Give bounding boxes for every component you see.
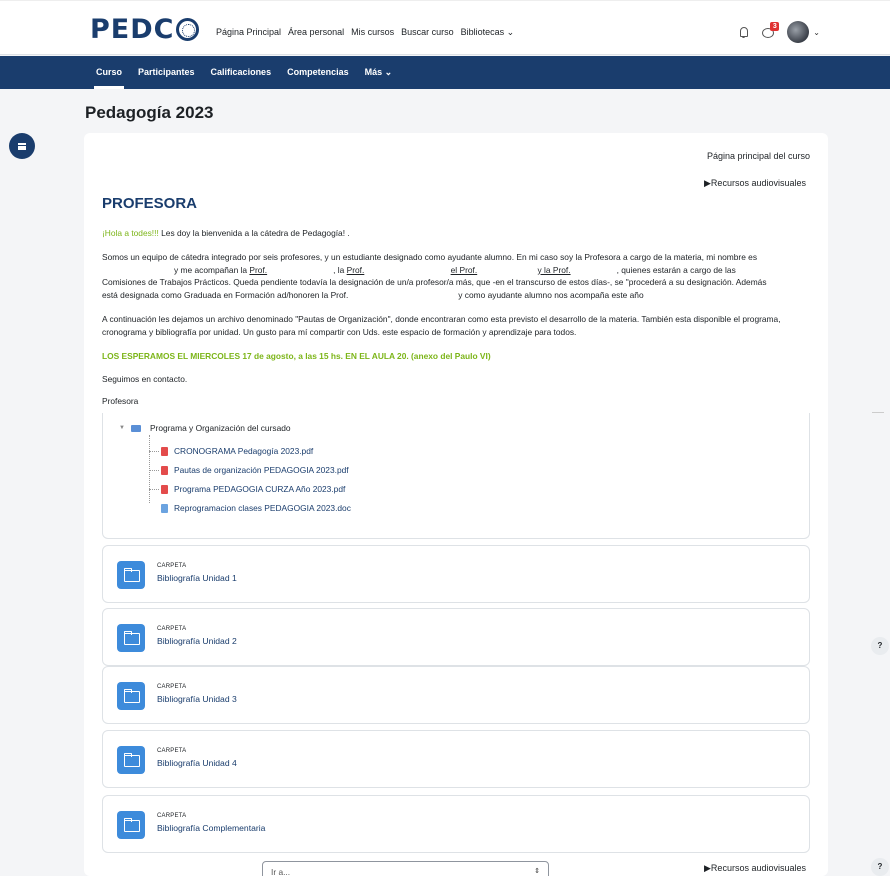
audiovisual-link-top[interactable]: ▶Recursos audiovisuales [704,178,806,189]
tab-calificaciones[interactable]: Calificaciones [211,67,272,78]
team-text: , la [333,264,345,275]
activity-type-label: CARPETA [157,813,187,819]
signature-text: Profesora [102,396,139,406]
course-content-card: Página principal del curso ▶Recursos aud… [84,133,828,876]
pdf-icon [161,446,168,456]
tree-root[interactable]: ▼ Programa y Organización del cursado [119,423,291,433]
prof-link-2[interactable]: Prof. [347,265,365,275]
folder-link[interactable]: Bibliografía Unidad 1 [157,573,237,583]
messages-icon[interactable]: 3 [761,22,780,39]
prof-link-4[interactable]: y la Prof. [538,265,571,275]
folder-link[interactable]: Bibliografía Unidad 4 [157,758,237,768]
folder-icon [117,811,145,839]
help-button[interactable]: ? [871,858,889,876]
primary-nav: Página Principal Área personal Mis curso… [216,27,514,38]
prof-link-3[interactable]: el Prof. [451,265,478,275]
avatar[interactable] [787,21,810,43]
bell-icon[interactable] [738,26,749,38]
file-item[interactable]: Pautas de organización PEDAGOGIA 2023.pd… [149,465,349,475]
folder-tree: ▼ Programa y Organización del cursado CR… [102,413,810,539]
greeting-text: ¡Hola a todes!!! Les doy la bienvenida a… [102,227,812,240]
folder-activity[interactable]: CARPETA Bibliografía Unidad 1 [102,545,810,603]
nav-pagina-principal[interactable]: Página Principal [216,27,281,38]
nav-mis-cursos[interactable]: Mis cursos [351,27,394,38]
course-home-link[interactable]: Página principal del curso [707,151,810,161]
team-text: y me acompañan la [174,264,248,275]
user-area: 3 ⌄ [738,21,820,43]
folder-link[interactable]: Bibliografía Complementaria [157,823,265,833]
scrollbar-marker [872,412,884,413]
folder-activity[interactable]: CARPETA Bibliografía Unidad 4 [102,730,810,788]
greeting-highlight: ¡Hola a todes!!! [102,228,159,238]
announcement: LOS ESPERAMOS EL MIERCOLES 17 de agosto,… [102,351,491,361]
course-index-toggle-button[interactable] [9,133,35,159]
team-line-2: y me acompañan la Prof., la Prof. el Pro… [102,264,812,277]
notification-badge: 3 [770,22,780,31]
pdf-icon [161,484,168,494]
folder-icon [117,746,145,774]
folder-activity[interactable]: CARPETA Bibliografía Unidad 2 [102,608,810,666]
file-name[interactable]: Programa PEDAGOGIA CURZA Año 2023.pdf [174,484,345,494]
contact-text: Seguimos en contacto. [102,374,188,384]
globe-icon [176,17,200,41]
jump-to-select[interactable]: Ir a... ⇕ [262,861,549,876]
activity-type-label: CARPETA [157,748,187,754]
help-button[interactable]: ? [871,637,889,655]
file-name[interactable]: CRONOGRAMA Pedagogía 2023.pdf [174,446,313,456]
prof-link-1[interactable]: Prof. [249,265,267,275]
course-nav: Curso Participantes Calificaciones Compe… [0,56,890,89]
audiovisual-link-bottom[interactable]: ▶Recursos audiovisuales [704,863,806,874]
team-line-3: Comisiones de Trabajos Prácticos. Queda … [102,277,767,287]
chevron-down-icon[interactable]: ⌄ [813,28,820,37]
activity-type-label: CARPETA [157,563,187,569]
file-name[interactable]: Pautas de organización PEDAGOGIA 2023.pd… [174,465,349,475]
tree-root-label: Programa y Organización del cursado [149,423,291,433]
activity-type-label: CARPETA [157,684,187,690]
folder-link[interactable]: Bibliografía Unidad 2 [157,636,237,646]
nav-buscar-curso[interactable]: Buscar curso [401,27,454,38]
select-arrows-icon: ⇕ [534,868,540,875]
file-item[interactable]: Reprogramacion clases PEDAGOGIA 2023.doc [149,503,351,513]
menu-icon [18,142,26,150]
team-text: está designada como Graduada en Formació… [102,289,349,300]
team-line-4: está designada como Graduada en Formació… [102,289,812,302]
top-navbar: PEDC Página Principal Área personal Mis … [0,0,890,55]
folder-icon [117,682,145,710]
tab-mas-dropdown[interactable]: Más ⌄ [365,67,393,78]
activity-type-label: CARPETA [157,626,187,632]
triangle-down-icon[interactable]: ▼ [119,425,125,431]
logo-text: PEDC [90,13,175,45]
folder-icon [130,424,141,432]
site-logo[interactable]: PEDC [90,13,200,45]
folder-activity[interactable]: CARPETA Bibliografía Unidad 3 [102,666,810,724]
intro-paragraph: A continuación les dejamos un archivo de… [102,314,781,337]
nav-area-personal[interactable]: Área personal [288,27,344,38]
jump-to-value: Ir a... [271,867,291,876]
section-heading: PROFESORA [102,195,198,212]
doc-icon [161,503,168,513]
folder-icon [117,624,145,652]
team-paragraph: Somos un equipo de cátedra integrado por… [102,251,812,301]
nav-bibliotecas-dropdown[interactable]: Bibliotecas ⌄ [461,27,515,38]
greeting-rest: Les doy la bienvenida a la cátedra de Pe… [158,228,350,238]
file-item[interactable]: Programa PEDAGOGIA CURZA Año 2023.pdf [149,484,345,494]
folder-activity[interactable]: CARPETA Bibliografía Complementaria [102,795,810,853]
team-text: y como ayudante alumno nos acompaña este… [458,289,644,300]
folder-link[interactable]: Bibliografía Unidad 3 [157,694,237,704]
tab-participantes[interactable]: Participantes [138,67,195,78]
tab-curso[interactable]: Curso [93,67,125,89]
file-item[interactable]: CRONOGRAMA Pedagogía 2023.pdf [149,446,313,456]
folder-icon [117,561,145,589]
tab-competencias[interactable]: Competencias [287,67,349,78]
team-text: , quienes estarán a cargo de las [616,264,736,275]
file-name[interactable]: Reprogramacion clases PEDAGOGIA 2023.doc [174,503,351,513]
page-title: Pedagogía 2023 [85,103,214,122]
pdf-icon [161,465,168,475]
team-line-1: Somos un equipo de cátedra integrado por… [102,252,758,262]
